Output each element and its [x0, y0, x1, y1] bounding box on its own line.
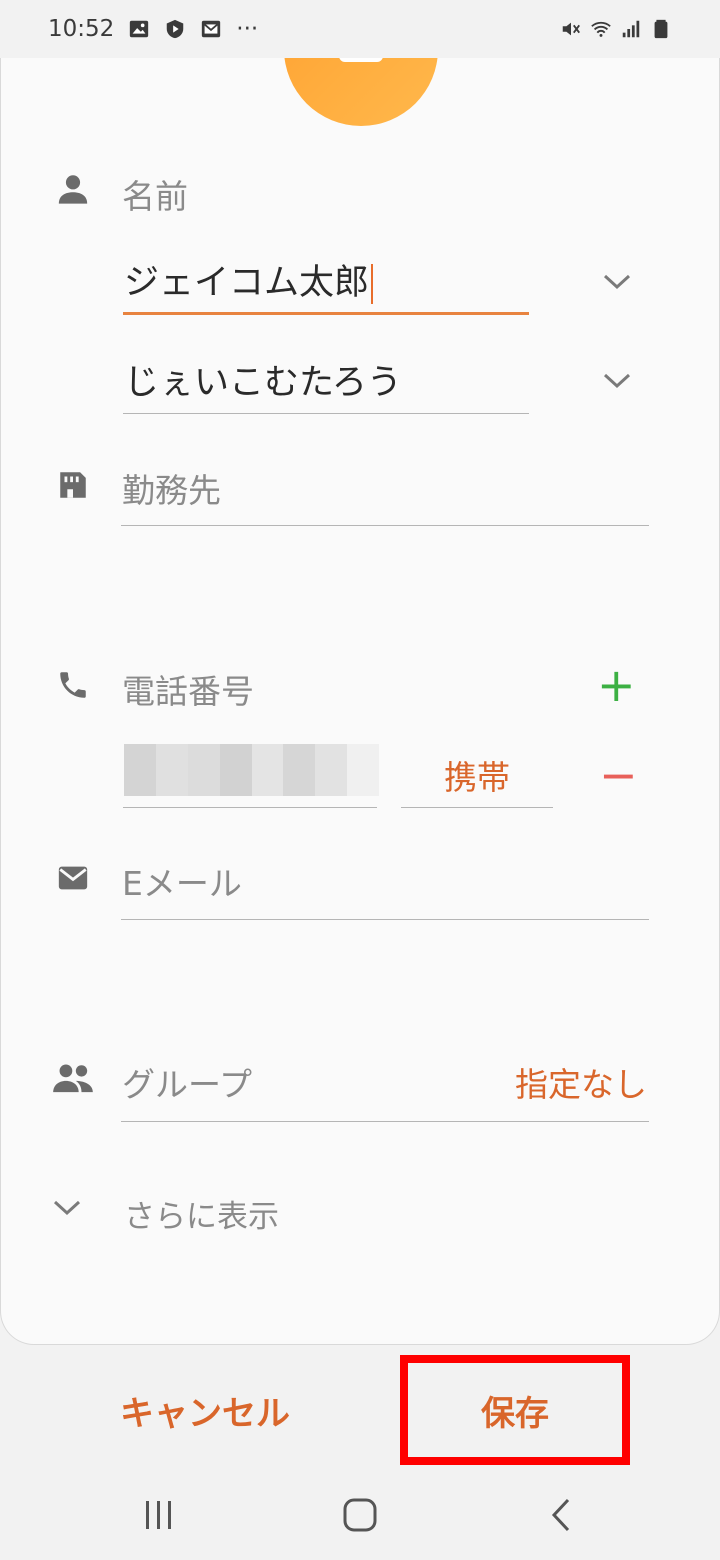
name-input[interactable]: ジェイコム太郎: [124, 254, 374, 305]
group-icon: [53, 1064, 93, 1093]
home-icon[interactable]: [340, 1495, 380, 1535]
navigation-bar: [0, 1475, 720, 1560]
phone-number-input[interactable]: [124, 744, 379, 796]
cancel-button[interactable]: キャンセル: [100, 1355, 310, 1465]
chevron-down-icon: [53, 1200, 81, 1216]
name-expand-chevron-down-icon[interactable]: [602, 272, 632, 292]
save-button[interactable]: 保存: [400, 1355, 630, 1465]
phonetic-name-input[interactable]: じぇいこむたろう: [124, 354, 402, 405]
back-icon[interactable]: [542, 1495, 582, 1535]
phone-icon: [60, 672, 86, 698]
person-icon: [58, 175, 88, 204]
name-input-value: ジェイコム太郎: [124, 263, 370, 303]
signal-icon: [622, 20, 640, 38]
phone-label: 電話番号: [122, 672, 254, 711]
group-select[interactable]: 指定なし: [515, 1058, 647, 1106]
text-cursor: [371, 264, 374, 304]
battery-icon: [654, 19, 668, 39]
add-phone-button[interactable]: +: [597, 658, 636, 712]
phone-number-underline: [123, 807, 377, 808]
building-icon: [60, 472, 86, 498]
image-icon: [130, 20, 149, 38]
remove-phone-button[interactable]: −: [599, 748, 638, 802]
group-label: グループ: [122, 1065, 253, 1104]
recent-apps-icon[interactable]: [139, 1495, 179, 1535]
camera-icon: [339, 58, 383, 62]
contact-form-card: 名前 ジェイコム太郎 じぇいこむたろう 勤務先 電話番号 + 携帯 − Eメール…: [0, 58, 720, 1345]
status-more-icon: ···: [236, 16, 259, 42]
company-input[interactable]: 勤務先: [122, 464, 221, 512]
action-bar: キャンセル 保存: [0, 1345, 720, 1475]
name-input-underline: [123, 312, 529, 315]
phonetic-underline: [123, 413, 529, 414]
email-underline: [121, 919, 649, 920]
shield-icon: [167, 19, 184, 39]
status-time: 10:52: [48, 16, 115, 42]
show-more-button[interactable]: さらに表示: [124, 1191, 279, 1236]
phone-type-underline: [401, 807, 553, 808]
status-bar: 10:52 ···: [0, 0, 720, 58]
contact-photo-button[interactable]: [284, 58, 438, 126]
group-underline: [121, 1121, 649, 1122]
mute-icon: [562, 22, 580, 36]
email-icon: [58, 866, 88, 890]
name-label: 名前: [122, 177, 188, 216]
email-input[interactable]: Eメール: [122, 857, 242, 905]
mail-icon: [202, 20, 221, 38]
phone-type-select[interactable]: 携帯: [401, 751, 553, 799]
wifi-icon: [591, 21, 611, 37]
phonetic-expand-chevron-down-icon[interactable]: [602, 371, 632, 391]
company-underline: [121, 525, 649, 526]
